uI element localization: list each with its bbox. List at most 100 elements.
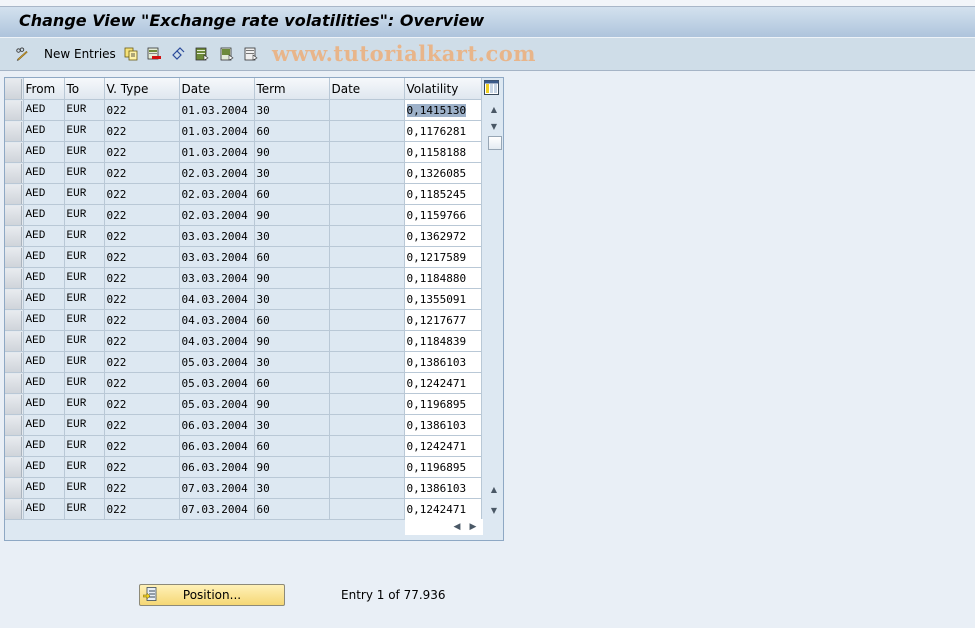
cell-from: AED — [23, 435, 65, 457]
cell-volatility[interactable]: 0,1386103 — [404, 477, 482, 499]
cell-volatility[interactable]: 0,1217677 — [404, 309, 482, 331]
cell-v-type: 022 — [104, 225, 180, 247]
column-header-v-type[interactable]: V. Type — [104, 78, 180, 100]
cell-date-2 — [329, 435, 405, 457]
volatility-value: 0,1176281 — [406, 124, 467, 138]
cell-volatility[interactable]: 0,1184880 — [404, 267, 482, 289]
row-selector[interactable] — [5, 99, 24, 121]
cell-from: AED — [23, 330, 65, 352]
delete-button[interactable] — [147, 45, 161, 63]
row-selector[interactable] — [5, 393, 24, 415]
cell-volatility[interactable]: 0,1176281 — [404, 120, 482, 142]
select-all-rows-button[interactable] — [5, 78, 24, 100]
new-entries-label: New Entries — [44, 47, 116, 61]
volatility-value: 0,1415130 — [406, 103, 467, 117]
cell-volatility[interactable]: 0,1355091 — [404, 288, 482, 310]
table-row: AED EUR 022 01.03.2004 90 0,1158188 — [5, 141, 482, 163]
cell-volatility[interactable]: 0,1415130 — [404, 99, 482, 121]
page-up-button[interactable]: ▲ — [487, 482, 501, 496]
cell-v-type: 022 — [104, 330, 180, 352]
cell-volatility[interactable]: 0,1242471 — [404, 435, 482, 457]
cell-date-2 — [329, 456, 405, 478]
cell-volatility[interactable]: 0,1159766 — [404, 204, 482, 226]
cell-volatility[interactable]: 0,1217589 — [404, 246, 482, 268]
table-row: AED EUR 022 06.03.2004 60 0,1242471 — [5, 435, 482, 457]
volatility-value: 0,1217589 — [406, 250, 467, 264]
cell-date-2 — [329, 309, 405, 331]
cell-date: 01.03.2004 — [179, 99, 255, 121]
row-selector[interactable] — [5, 372, 24, 394]
row-selector[interactable] — [5, 456, 24, 478]
row-selector[interactable] — [5, 351, 24, 373]
cell-volatility[interactable]: 0,1158188 — [404, 141, 482, 163]
copy-button[interactable] — [124, 45, 138, 63]
cell-from: AED — [23, 225, 65, 247]
display-change-button[interactable] — [15, 45, 29, 63]
column-header-to[interactable]: To — [64, 78, 105, 100]
column-header-date-2[interactable]: Date — [329, 78, 405, 100]
deselect-all-button[interactable] — [244, 45, 258, 63]
row-selector[interactable] — [5, 477, 24, 499]
row-selector[interactable] — [5, 330, 24, 352]
undo-change-button[interactable] — [171, 45, 185, 63]
row-selector[interactable] — [5, 498, 24, 520]
cell-volatility[interactable]: 0,1184839 — [404, 330, 482, 352]
row-selector[interactable] — [5, 414, 24, 436]
column-configuration-icon[interactable] — [484, 80, 499, 95]
cell-volatility[interactable]: 0,1242471 — [404, 498, 482, 520]
cell-date: 01.03.2004 — [179, 141, 255, 163]
page-title: Change View "Exchange rate volatilities"… — [19, 11, 485, 30]
cell-to: EUR — [64, 498, 105, 520]
page-down-button[interactable]: ▼ — [487, 503, 501, 517]
column-header-term[interactable]: Term — [254, 78, 330, 100]
cell-volatility[interactable]: 0,1326085 — [404, 162, 482, 184]
row-selector[interactable] — [5, 162, 24, 184]
column-header-from[interactable]: From — [23, 78, 65, 100]
scroll-right-button[interactable]: ▶ — [467, 521, 479, 533]
cell-date: 03.03.2004 — [179, 246, 255, 268]
volatility-table: From To V. Type Date Term Date Volatilit… — [5, 78, 482, 520]
cell-volatility[interactable]: 0,1362972 — [404, 225, 482, 247]
table-row: AED EUR 022 06.03.2004 90 0,1196895 — [5, 456, 482, 478]
cell-date-2 — [329, 204, 405, 226]
column-header-volatility[interactable]: Volatility — [404, 78, 482, 100]
cell-volatility[interactable]: 0,1196895 — [404, 456, 482, 478]
row-selector[interactable] — [5, 141, 24, 163]
select-block-button[interactable] — [220, 45, 234, 63]
scroll-thumb[interactable] — [488, 136, 502, 150]
row-selector[interactable] — [5, 288, 24, 310]
volatility-value: 0,1184880 — [406, 271, 467, 285]
cell-v-type: 022 — [104, 435, 180, 457]
scroll-up-button[interactable]: ▲ — [487, 102, 501, 116]
cell-v-type: 022 — [104, 120, 180, 142]
row-selector[interactable] — [5, 225, 24, 247]
cell-volatility[interactable]: 0,1386103 — [404, 414, 482, 436]
scroll-left-button[interactable]: ◀ — [451, 521, 463, 533]
new-entries-button[interactable]: New Entries — [44, 45, 116, 63]
cell-date: 03.03.2004 — [179, 225, 255, 247]
scroll-down-button[interactable]: ▼ — [487, 119, 501, 133]
select-all-button[interactable] — [195, 45, 209, 63]
row-selector[interactable] — [5, 204, 24, 226]
cell-term: 60 — [254, 183, 330, 205]
horizontal-scrollbar[interactable]: ◀ ▶ — [405, 519, 483, 535]
row-selector[interactable] — [5, 246, 24, 268]
cell-from: AED — [23, 414, 65, 436]
cell-to: EUR — [64, 162, 105, 184]
cell-v-type: 022 — [104, 99, 180, 121]
cell-date-2 — [329, 477, 405, 499]
position-button[interactable]: Position... — [139, 584, 285, 606]
row-selector[interactable] — [5, 309, 24, 331]
cell-volatility[interactable]: 0,1196895 — [404, 393, 482, 415]
cell-volatility[interactable]: 0,1386103 — [404, 351, 482, 373]
row-selector[interactable] — [5, 267, 24, 289]
row-selector[interactable] — [5, 183, 24, 205]
cell-date-2 — [329, 351, 405, 373]
cell-term: 30 — [254, 99, 330, 121]
cell-volatility[interactable]: 0,1242471 — [404, 372, 482, 394]
row-selector[interactable] — [5, 120, 24, 142]
cell-volatility[interactable]: 0,1185245 — [404, 183, 482, 205]
row-selector[interactable] — [5, 435, 24, 457]
column-header-date[interactable]: Date — [179, 78, 255, 100]
vertical-scrollbar[interactable]: ▲ ▼ — [485, 99, 503, 152]
